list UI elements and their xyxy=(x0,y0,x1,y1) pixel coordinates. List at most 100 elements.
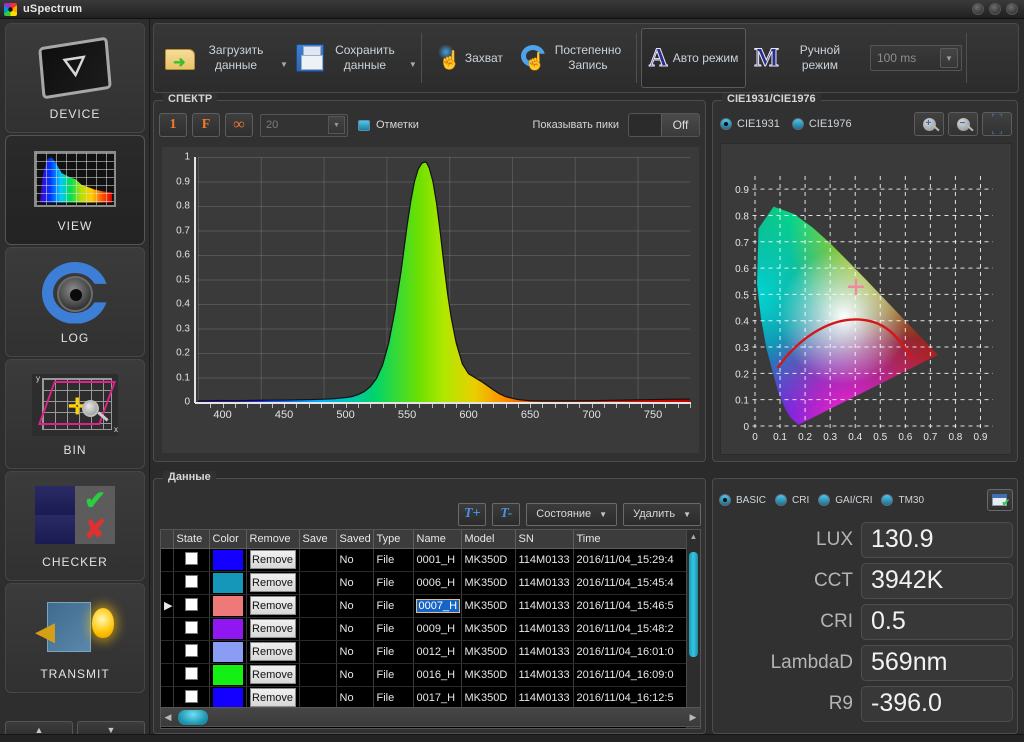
table-column-header[interactable]: State xyxy=(173,530,210,549)
save-data-dropdown-arrow[interactable]: ▼ xyxy=(409,60,417,69)
row-save-cell[interactable] xyxy=(299,617,337,641)
show-peaks-toggle[interactable]: Off xyxy=(628,113,700,137)
sidebar-item-checker[interactable]: ✔ ✘ CHECKER xyxy=(5,471,145,581)
radio-tm30[interactable] xyxy=(881,494,894,506)
fit-view-button[interactable]: ⌜ ⌝ ⌞ ⌟ xyxy=(982,112,1012,136)
table-column-header[interactable]: Saved xyxy=(336,530,374,549)
table-column-header[interactable]: Type xyxy=(373,530,414,549)
table-row[interactable]: Remove No File 0006_H MK350D 114M0133 2016/11/… xyxy=(161,571,700,595)
state-dropdown[interactable]: Состояние ▼ xyxy=(526,502,618,526)
zoom-out-button[interactable]: − xyxy=(948,112,978,136)
row-name[interactable]: 0012_H xyxy=(413,640,462,664)
row-remove-cell[interactable]: Remove xyxy=(246,594,300,618)
table-vertical-scrollbar[interactable]: ▲ ▼ xyxy=(686,530,700,728)
table-row[interactable]: Remove No File 0009_H MK350D 114M0133 2016/11/… xyxy=(161,617,700,641)
cie-chromaticity-diagram[interactable]: 0 0.1 0.2 0.3 0.4 0.5 0.6 0.7 0.8 0.9 0 0.1 0.2 0.3 0.… xyxy=(720,143,1012,455)
row-checkbox[interactable] xyxy=(184,597,198,611)
auto-mode-button[interactable]: A Авто режим xyxy=(640,28,747,88)
row-checkbox[interactable] xyxy=(184,666,198,680)
radio-basic[interactable] xyxy=(719,494,731,506)
scroll-right-icon[interactable]: ▶ xyxy=(686,712,700,723)
gradual-record-button[interactable]: ☝ Постепенно Запись xyxy=(511,28,632,88)
color-swatch[interactable] xyxy=(212,618,243,639)
remove-button[interactable]: Remove xyxy=(249,596,296,615)
table-column-header[interactable]: Save xyxy=(299,530,337,549)
table-column-header[interactable] xyxy=(161,530,174,549)
vertical-scroll-thumb[interactable] xyxy=(689,552,698,657)
table-column-header[interactable]: Time xyxy=(573,530,700,549)
row-checkbox[interactable] xyxy=(184,574,198,588)
row-save-cell[interactable] xyxy=(299,663,337,687)
row-color-cell[interactable] xyxy=(209,617,247,641)
row-name[interactable]: 0007_H xyxy=(413,594,462,618)
capture-button[interactable]: ☝ Захват xyxy=(426,28,511,88)
remove-button[interactable]: Remove xyxy=(249,619,296,638)
horizontal-scroll-thumb[interactable] xyxy=(178,709,208,725)
row-checkbox[interactable] xyxy=(184,620,198,634)
color-swatch[interactable] xyxy=(212,641,243,662)
data-table-container[interactable]: State Color Remove Save Saved Type Name Model SN… xyxy=(160,529,701,729)
table-row[interactable]: Remove No File 0012_H MK350D 114M0133 2016/11/… xyxy=(161,640,700,664)
sidebar-item-log[interactable]: LOG xyxy=(5,247,145,357)
continuous-button[interactable]: ∞ xyxy=(225,113,253,137)
row-name[interactable]: 0006_H xyxy=(413,571,462,595)
row-save-cell[interactable] xyxy=(299,548,337,572)
load-data-dropdown-arrow[interactable]: ▼ xyxy=(280,60,288,69)
remove-button[interactable]: Remove xyxy=(249,665,296,684)
table-column-header[interactable]: Model xyxy=(461,530,516,549)
table-column-header[interactable]: Remove xyxy=(246,530,300,549)
row-remove-cell[interactable]: Remove xyxy=(246,571,300,595)
frame-button[interactable]: F xyxy=(192,113,220,137)
sidebar-item-view[interactable]: VIEW xyxy=(5,135,145,245)
row-color-cell[interactable] xyxy=(209,548,247,572)
row-name[interactable]: 0017_H xyxy=(413,686,462,710)
maximize-button[interactable] xyxy=(989,3,1001,15)
table-horizontal-scrollbar[interactable]: ◀ ▶ xyxy=(160,707,701,727)
color-swatch[interactable] xyxy=(212,664,243,685)
row-checkbox[interactable] xyxy=(184,551,198,565)
table-row[interactable]: Remove No File 0016_H MK350D 114M0133 2016/11/… xyxy=(161,663,700,687)
row-color-cell[interactable] xyxy=(209,663,247,687)
export-sheet-button[interactable]: ✔ xyxy=(987,489,1013,511)
row-state-checkbox-cell[interactable] xyxy=(173,594,210,618)
row-remove-cell[interactable]: Remove xyxy=(246,640,300,664)
radio-cie1931[interactable] xyxy=(720,118,732,130)
table-row[interactable]: Remove No File 0017_H MK350D 114M0133 2016/11/… xyxy=(161,686,700,710)
scroll-up-icon[interactable]: ▲ xyxy=(690,530,698,543)
table-column-header[interactable]: Color xyxy=(209,530,247,549)
close-button[interactable] xyxy=(1006,3,1018,15)
row-save-cell[interactable] xyxy=(299,640,337,664)
row-color-cell[interactable] xyxy=(209,686,247,710)
table-column-header[interactable]: Name xyxy=(413,530,462,549)
row-remove-cell[interactable]: Remove xyxy=(246,686,300,710)
scroll-left-icon[interactable]: ◀ xyxy=(161,712,175,723)
row-save-cell[interactable] xyxy=(299,594,337,618)
row-color-cell[interactable] xyxy=(209,594,247,618)
radio-gai-cri[interactable] xyxy=(818,494,831,506)
color-swatch[interactable] xyxy=(212,595,243,616)
radio-cri[interactable] xyxy=(775,494,788,506)
sidebar-item-bin[interactable]: y x ✛ BIN xyxy=(5,359,145,469)
manual-mode-button[interactable]: M Ручной режим xyxy=(746,28,864,88)
row-remove-cell[interactable]: Remove xyxy=(246,663,300,687)
count-select[interactable]: 20 ▼ xyxy=(260,113,348,137)
increase-text-button[interactable]: T+ xyxy=(458,502,487,526)
row-remove-cell[interactable]: Remove xyxy=(246,617,300,641)
table-row[interactable]: Remove No File 0001_H MK350D 114M0133 2016/11/… xyxy=(161,548,700,572)
load-data-button[interactable]: Загрузить данные xyxy=(157,28,280,88)
color-swatch[interactable] xyxy=(212,549,243,570)
row-name[interactable]: 0001_H xyxy=(413,548,462,572)
remove-button[interactable]: Remove xyxy=(249,573,296,592)
delete-dropdown[interactable]: Удалить ▼ xyxy=(623,502,701,526)
row-checkbox[interactable] xyxy=(184,689,198,703)
row-state-checkbox-cell[interactable] xyxy=(173,617,210,641)
marks-checkbox[interactable] xyxy=(358,119,370,131)
single-capture-button[interactable]: 1 xyxy=(159,113,187,137)
save-data-button[interactable]: Сохранить данные xyxy=(288,28,409,88)
row-save-cell[interactable] xyxy=(299,571,337,595)
minimize-button[interactable] xyxy=(972,3,984,15)
exposure-time-select[interactable]: 100 ms ▼ xyxy=(869,45,962,71)
radio-cie1976[interactable] xyxy=(791,118,804,130)
row-checkbox[interactable] xyxy=(184,643,198,657)
table-row[interactable]: ▶ Remove No File 0007_H MK350D 114M0133 2016/11… xyxy=(161,594,700,618)
